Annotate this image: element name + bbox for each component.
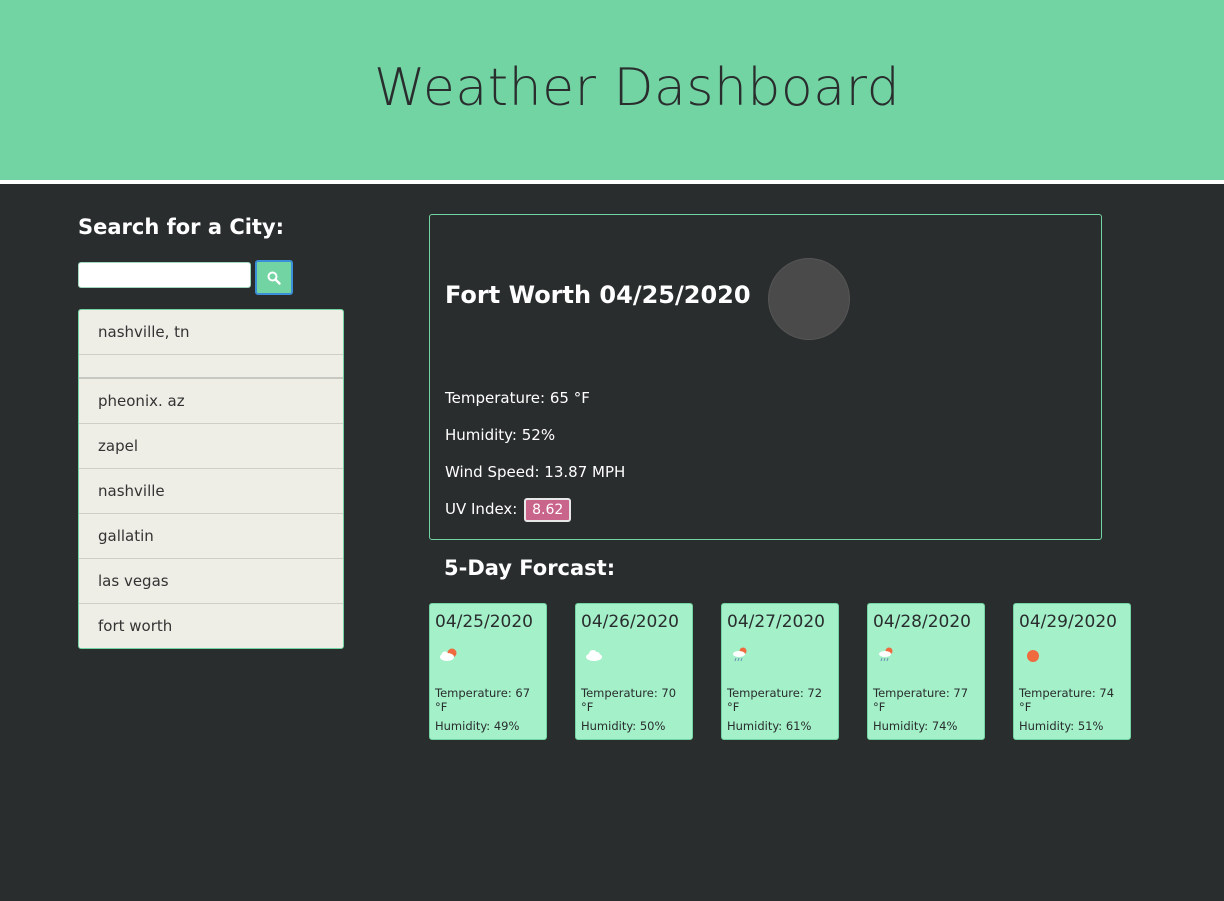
- forecast-humidity: Humidity: 50%: [581, 719, 666, 733]
- search-button[interactable]: [255, 260, 293, 295]
- history-item[interactable]: zapel: [79, 424, 343, 469]
- weather-icon: [768, 258, 850, 340]
- rain-sun-icon: [879, 647, 893, 662]
- forecast-temperature: Temperature: 70 °F: [581, 686, 677, 714]
- forecast-humidity: Humidity: 74%: [873, 719, 958, 733]
- forecast-temperature: Temperature: 72 °F: [727, 686, 823, 714]
- forecast-heading: 5-Day Forcast:: [444, 556, 616, 580]
- header-divider: [0, 180, 1224, 184]
- history-item[interactable]: nashville: [79, 469, 343, 514]
- forecast-card: 04/27/2020 Temperature: 72 °F Humidity: …: [721, 603, 839, 740]
- forecast-card: 04/28/2020 Temperature: 77 °F Humidity: …: [867, 603, 985, 740]
- history-item[interactable]: pheonix. az: [79, 379, 343, 424]
- cloud-icon: [586, 650, 602, 661]
- page-header: Weather Dashboard: [0, 0, 1224, 180]
- sun-icon: [1027, 650, 1039, 662]
- forecast-date: 04/27/2020: [727, 612, 825, 632]
- forecast-date: 04/25/2020: [435, 612, 533, 632]
- forecast-humidity: Humidity: 49%: [435, 719, 520, 733]
- current-weather-card: Fort Worth 04/25/2020 Temperature: 65 °F…: [429, 214, 1102, 540]
- forecast-card: 04/25/2020 Temperature: 67 °F Humidity: …: [429, 603, 547, 740]
- forecast-date: 04/29/2020: [1019, 612, 1117, 632]
- history-item[interactable]: fort worth: [79, 604, 343, 649]
- current-city-title: Fort Worth 04/25/2020: [445, 281, 751, 309]
- history-item[interactable]: gallatin: [79, 514, 343, 559]
- forecast-temperature: Temperature: 67 °F: [435, 686, 531, 714]
- history-item[interactable]: nashville, tn: [79, 310, 343, 355]
- current-temperature: Temperature: 65 °F: [445, 389, 590, 407]
- current-wind-speed: Wind Speed: 13.87 MPH: [445, 463, 626, 481]
- forecast-temperature: Temperature: 77 °F: [873, 686, 969, 714]
- search-heading: Search for a City:: [78, 215, 285, 239]
- search-history-list: nashville, tn pheonix. az zapel nashvill…: [78, 309, 344, 649]
- forecast-date: 04/28/2020: [873, 612, 971, 632]
- uv-index-badge: 8.62: [524, 498, 572, 522]
- history-item[interactable]: las vegas: [79, 559, 343, 604]
- uv-index-label: UV Index:: [445, 500, 518, 518]
- forecast-temperature: Temperature: 74 °F: [1019, 686, 1115, 714]
- current-uv-index: UV Index: 8.62: [445, 498, 572, 522]
- forecast-humidity: Humidity: 61%: [727, 719, 812, 733]
- forecast-date: 04/26/2020: [581, 612, 679, 632]
- forecast-humidity: Humidity: 51%: [1019, 719, 1104, 733]
- history-item[interactable]: [79, 355, 343, 379]
- forecast-card: 04/26/2020 Temperature: 70 °F Humidity: …: [575, 603, 693, 740]
- rain-sun-icon: [733, 647, 747, 662]
- current-humidity: Humidity: 52%: [445, 426, 556, 444]
- city-search-input[interactable]: [78, 262, 251, 288]
- forecast-card: 04/29/2020 Temperature: 74 °F Humidity: …: [1013, 603, 1131, 740]
- page-title: Weather Dashboard: [374, 58, 901, 118]
- partly-cloudy-sun-icon: [440, 648, 457, 661]
- search-icon: [267, 271, 281, 285]
